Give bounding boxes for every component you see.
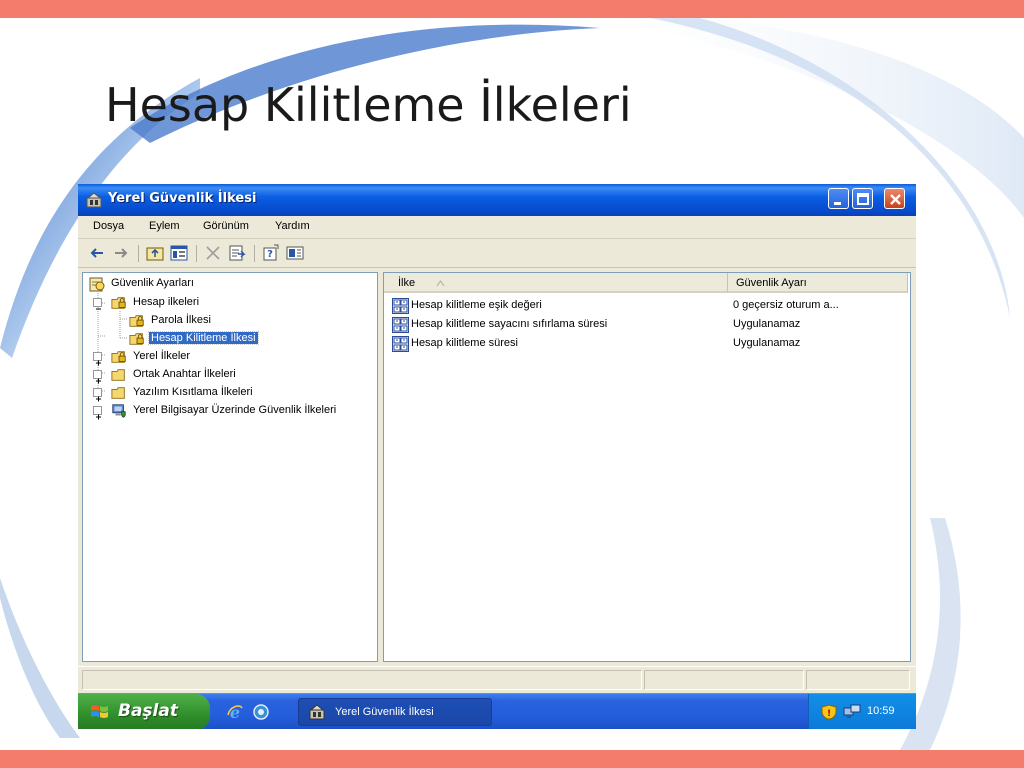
system-tray: ! 10:59 <box>808 694 916 729</box>
tree-item-account-lockout-policy[interactable]: Hesap Kilitleme İlkesi <box>83 330 377 348</box>
folder-lock-icon <box>111 297 126 309</box>
start-button[interactable]: Başlat <box>78 694 210 729</box>
folder-lock-icon <box>129 333 144 345</box>
expand-toggle[interactable] <box>93 352 102 366</box>
svg-text:!: ! <box>827 709 831 719</box>
windows-logo-icon <box>91 705 108 718</box>
policy-name: Hesap kilitleme eşik değeri <box>411 299 542 311</box>
menu-view[interactable]: Görünüm <box>203 220 249 232</box>
list-row[interactable]: Hesap kilitleme sayacını sıfırlama süres… <box>384 316 910 335</box>
back-arrow-icon[interactable] <box>88 244 106 262</box>
tree-label-ip-security-policies: Yerel Bilgisayar Üzerinde Güvenlik İlkel… <box>133 404 337 416</box>
toolbar: ? <box>78 239 916 268</box>
policy-setting: Uygulanamaz <box>733 337 801 349</box>
tree-item-local-policies[interactable]: Yerel İlkeler <box>83 348 377 366</box>
clock: 10:59 <box>867 705 895 717</box>
menu-bar: Dosya Eylem Görünüm Yardım <box>78 216 916 239</box>
folder-lock-icon <box>129 315 144 327</box>
tree-label-local-policies: Yerel İlkeler <box>133 350 191 362</box>
collapse-toggle[interactable] <box>93 298 102 310</box>
task-button-local-security-policy[interactable]: Yerel Güvenlik İlkesi <box>298 698 492 726</box>
svg-text:?: ? <box>267 249 273 260</box>
tree-label-public-key-policies: Ortak Anahtar İlkeleri <box>133 368 236 380</box>
slide-bottom-bar <box>0 750 1024 768</box>
local-security-policy-icon <box>309 704 325 720</box>
show-hide-tree-icon[interactable] <box>170 244 188 262</box>
task-button-label: Yerel Güvenlik İlkesi <box>335 706 434 718</box>
column-header-policy[interactable]: İlke <box>384 273 728 293</box>
local-security-policy-icon <box>86 192 102 208</box>
expand-toggle[interactable] <box>93 388 102 402</box>
tree-item-password-policy[interactable]: Parola İlkesi <box>83 312 377 330</box>
tree-label-account-policies: Hesap ilkeleri <box>133 296 200 308</box>
folder-icon <box>111 387 125 399</box>
minimize-button[interactable] <box>828 188 849 209</box>
policy-setting: 0 geçersiz oturum a... <box>733 299 839 311</box>
close-button[interactable] <box>884 188 905 209</box>
network-icon[interactable] <box>843 704 861 720</box>
slide-title: Hesap Kilitleme İlkeleri <box>105 78 632 132</box>
start-label: Başlat <box>118 701 178 721</box>
export-list-icon[interactable] <box>228 244 246 262</box>
status-cell <box>644 670 804 690</box>
expand-toggle[interactable] <box>93 406 102 420</box>
status-bar <box>78 666 916 693</box>
tree-label-account-lockout-policy: Hesap Kilitleme İlkesi <box>148 331 259 345</box>
column-header-security-setting[interactable]: Güvenlik Ayarı <box>728 273 908 293</box>
window-title: Yerel Güvenlik İlkesi <box>108 191 257 206</box>
policy-name: Hesap kilitleme sayacını sıfırlama süres… <box>411 318 608 330</box>
tree-label-software-restriction-policies: Yazılım Kısıtlama İlkeleri <box>133 386 253 398</box>
status-cell <box>806 670 910 690</box>
policy-setting-icon <box>392 336 409 352</box>
menu-help[interactable]: Yardım <box>275 220 310 232</box>
sort-ascending-icon <box>436 280 445 287</box>
tree-item-ip-security-policies[interactable]: Yerel Bilgisayar Üzerinde Güvenlik İlkel… <box>83 402 377 420</box>
window-titlebar[interactable]: Yerel Güvenlik İlkesi <box>78 184 916 216</box>
security-settings-icon <box>89 277 105 292</box>
internet-explorer-icon[interactable]: e <box>226 703 244 721</box>
column-header-security-setting-label: Güvenlik Ayarı <box>736 277 807 289</box>
help-icon[interactable]: ? <box>262 244 280 262</box>
folder-lock-icon <box>111 351 126 363</box>
policy-setting-icon <box>392 317 409 333</box>
menu-action[interactable]: Eylem <box>149 220 180 232</box>
security-shield-icon[interactable]: ! <box>821 704 837 720</box>
up-one-level-icon[interactable] <box>146 244 164 262</box>
maximize-button[interactable] <box>852 188 873 209</box>
show-desktop-icon[interactable] <box>252 703 270 721</box>
forward-arrow-icon[interactable] <box>112 244 130 262</box>
list-row[interactable]: Hesap kilitleme eşik değeri 0 geçersiz o… <box>384 297 910 316</box>
slide-top-bar <box>0 0 1024 18</box>
policy-setting: Uygulanamaz <box>733 318 801 330</box>
column-header-policy-label: İlke <box>398 277 416 289</box>
status-cell <box>82 670 642 690</box>
expand-toggle[interactable] <box>93 370 102 384</box>
details-list-pane: İlke Güvenlik Ayarı Hesap kilitleme eşik… <box>383 272 911 662</box>
show-action-pane-icon[interactable] <box>286 244 304 262</box>
computer-security-icon <box>112 404 126 418</box>
xp-screen: Yerel Güvenlik İlkesi Dosya Eylem Görünü… <box>78 184 916 729</box>
delete-icon[interactable] <box>204 244 222 262</box>
taskbar: Başlat e Yerel Güvenlik İlkesi ! 10:59 <box>78 693 916 729</box>
tree-item-security-settings[interactable]: Güvenlik Ayarları <box>83 275 377 293</box>
tree-item-software-restriction-policies[interactable]: Yazılım Kısıtlama İlkeleri <box>83 384 377 402</box>
tree-item-public-key-policies[interactable]: Ortak Anahtar İlkeleri <box>83 366 377 384</box>
tree-item-account-policies[interactable]: Hesap ilkeleri <box>83 294 377 312</box>
tree-label-security-settings: Güvenlik Ayarları <box>111 277 194 289</box>
tree-label-password-policy: Parola İlkesi <box>151 314 211 326</box>
policy-name: Hesap kilitleme süresi <box>411 337 518 349</box>
policy-setting-icon <box>392 298 409 314</box>
folder-icon <box>111 369 125 381</box>
menu-file[interactable]: Dosya <box>93 220 124 232</box>
console-tree-pane: Güvenlik Ayarları Hesap ilkeleri Parola … <box>82 272 378 662</box>
list-row[interactable]: Hesap kilitleme süresi Uygulanamaz <box>384 335 910 354</box>
